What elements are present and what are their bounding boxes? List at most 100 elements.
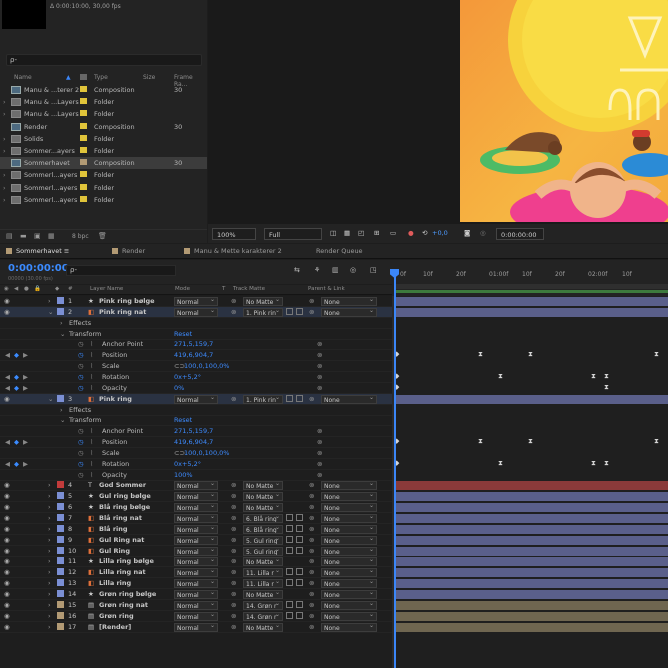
- layer-row[interactable]: ◉ › 13 ◧ Lilla ring Normal ⊚ 11. Lilla r ⊚ None: [0, 578, 392, 590]
- eye-icon[interactable]: ◉: [4, 568, 10, 576]
- expression-pickwhip-icon[interactable]: ⊚: [317, 438, 322, 446]
- layer-row[interactable]: ◉ › 15 ▤ Grøn ring nat Normal ⊚ 14. Grøn r ⊚ None: [0, 600, 392, 611]
- expand-arrow-icon[interactable]: ›: [48, 492, 51, 500]
- graph-icon[interactable]: ⌇: [90, 438, 93, 446]
- project-item[interactable]: › Sommer...ayers Folder: [0, 145, 207, 157]
- blend-mode-select[interactable]: Normal: [174, 481, 218, 491]
- invert-matte-icon[interactable]: [296, 579, 303, 587]
- label-swatch[interactable]: [80, 122, 87, 129]
- layer-duration-bar[interactable]: [396, 307, 668, 317]
- blend-mode-select[interactable]: Normal: [174, 535, 218, 545]
- visibility-column-icon[interactable]: ◉: [4, 286, 9, 292]
- property-group-row[interactable]: ⌄ Transform Reset: [0, 329, 392, 340]
- layer-row[interactable]: ◉ › 10 ◧ Gul Ring Normal ⊚ 5. Gul ring ⊚ None: [0, 546, 392, 557]
- blend-mode-select[interactable]: Normal: [174, 622, 218, 632]
- exposure-reset-icon[interactable]: ⟲: [422, 229, 427, 237]
- parent-select[interactable]: None: [321, 524, 377, 534]
- project-item[interactable]: › Manu & ...Layers Folder: [0, 96, 207, 108]
- label-swatch[interactable]: [80, 86, 87, 92]
- eye-icon[interactable]: ◉: [4, 503, 10, 511]
- invert-matte-icon[interactable]: [296, 611, 303, 619]
- property-value[interactable]: 100%: [174, 471, 193, 479]
- alpha-matte-icon[interactable]: [286, 514, 293, 521]
- parent-pickwhip-icon[interactable]: ⊚: [309, 536, 314, 544]
- layer-duration-bar[interactable]: [396, 503, 668, 513]
- stopwatch-icon[interactable]: ◷: [78, 427, 84, 435]
- layer-name[interactable]: Grøn ring nat: [99, 601, 148, 609]
- invert-matte-icon[interactable]: [296, 394, 303, 402]
- expression-pickwhip-icon[interactable]: ⊚: [317, 460, 322, 468]
- eye-icon[interactable]: ◉: [4, 481, 10, 489]
- solo-column-icon[interactable]: ●: [24, 286, 29, 292]
- invert-matte-icon[interactable]: [296, 546, 303, 554]
- matte-link-icon[interactable]: ⊚: [231, 568, 236, 576]
- trash-icon[interactable]: 🗑: [98, 232, 107, 240]
- timeline-search-input[interactable]: ρ-: [66, 265, 176, 276]
- expand-arrow-icon[interactable]: ›: [48, 623, 51, 631]
- layer-label-swatch[interactable]: [57, 514, 64, 521]
- parent-select[interactable]: None: [321, 514, 377, 523]
- work-area-bar[interactable]: [396, 284, 668, 289]
- expand-arrow-icon[interactable]: ›: [48, 514, 51, 522]
- keyframe-marker[interactable]: ⧗: [654, 350, 659, 359]
- layer-label-swatch[interactable]: [57, 579, 64, 587]
- expand-arrow-icon[interactable]: ›: [48, 503, 51, 511]
- parent-link-column[interactable]: Parent & Link: [308, 286, 345, 292]
- layer-name[interactable]: Lilla ring bølge: [99, 557, 154, 565]
- matte-link-icon[interactable]: ⊚: [231, 503, 236, 511]
- expand-arrow-icon[interactable]: ›: [48, 568, 51, 576]
- exposure-value[interactable]: +0,0: [432, 229, 448, 237]
- graph-icon[interactable]: ⌇: [90, 460, 93, 468]
- expand-arrow-icon[interactable]: ›: [60, 319, 63, 327]
- eye-icon[interactable]: ◉: [4, 308, 10, 316]
- parent-pickwhip-icon[interactable]: ⊚: [309, 612, 314, 620]
- label-column-icon[interactable]: [80, 74, 87, 80]
- layer-row[interactable]: ◉ › 4 T God Sommer Normal ⊚ No Matte ⊚ None: [0, 480, 392, 492]
- keyframe-marker[interactable]: ⧗: [528, 437, 533, 446]
- keyframe-marker[interactable]: ⧗: [591, 372, 596, 381]
- type-column[interactable]: Type: [94, 74, 108, 81]
- project-item[interactable]: › Manu & ...Layers Folder: [0, 108, 207, 120]
- layer-duration-bar[interactable]: [396, 297, 668, 306]
- property-row[interactable]: ◷ ⌇ Anchor Point 271,5,159,7 ⊚: [0, 426, 392, 438]
- property-value[interactable]: 419,6,904,7: [174, 351, 213, 359]
- layer-label-swatch[interactable]: [57, 568, 64, 576]
- label-swatch[interactable]: [80, 195, 87, 202]
- track-matte-select[interactable]: 1. Pink rin: [243, 394, 283, 404]
- parent-pickwhip-icon[interactable]: ⊚: [309, 557, 314, 565]
- expression-pickwhip-icon[interactable]: ⊚: [317, 427, 322, 435]
- viewer-timecode[interactable]: 0:00:00:00: [496, 228, 544, 240]
- track-matte-select[interactable]: No Matte: [243, 622, 283, 632]
- alpha-matte-icon[interactable]: [286, 524, 293, 532]
- zoom-select[interactable]: 100%: [212, 228, 256, 240]
- layer-row[interactable]: ◉ › 7 ◧ Blå ring nat Normal ⊚ 6. Blå ring ⊚ None: [0, 513, 392, 524]
- layer-duration-bar[interactable]: [396, 579, 668, 589]
- eye-icon[interactable]: ◉: [4, 297, 10, 305]
- layer-label-swatch[interactable]: [57, 503, 64, 511]
- graph-icon[interactable]: ⌇: [90, 373, 93, 381]
- layer-duration-bar[interactable]: [396, 535, 668, 545]
- layer-name[interactable]: Lilla ring nat: [99, 568, 146, 576]
- expand-arrow-icon[interactable]: ›: [48, 297, 51, 305]
- name-column[interactable]: Name: [14, 74, 32, 81]
- layer-duration-bar[interactable]: [396, 492, 668, 502]
- property-value[interactable]: 100,0,100,0%: [184, 449, 229, 457]
- graph-icon[interactable]: ⌇: [90, 340, 93, 348]
- add-keyframe-icon[interactable]: ◆: [14, 384, 19, 392]
- layer-duration-bar[interactable]: [396, 622, 668, 632]
- blend-mode-select[interactable]: Normal: [174, 514, 218, 523]
- layer-duration-bar[interactable]: [396, 611, 668, 621]
- matte-link-icon[interactable]: ⊚: [231, 525, 236, 533]
- parent-pickwhip-icon[interactable]: ⊚: [309, 297, 314, 305]
- eye-icon[interactable]: ◉: [4, 536, 10, 544]
- expression-pickwhip-icon[interactable]: ⊚: [317, 362, 322, 370]
- layer-label-swatch[interactable]: [57, 622, 64, 630]
- expand-arrow-icon[interactable]: ›: [3, 171, 6, 179]
- invert-matte-icon[interactable]: [296, 514, 303, 521]
- sort-asc-icon[interactable]: ▲: [66, 74, 71, 81]
- property-value[interactable]: 0%: [174, 384, 184, 392]
- project-item[interactable]: Render Composition 30: [0, 121, 207, 133]
- keyframe-marker[interactable]: ⧗: [478, 350, 483, 359]
- shy-icon[interactable]: ⚘: [314, 266, 320, 274]
- expression-pickwhip-icon[interactable]: ⊚: [317, 449, 322, 457]
